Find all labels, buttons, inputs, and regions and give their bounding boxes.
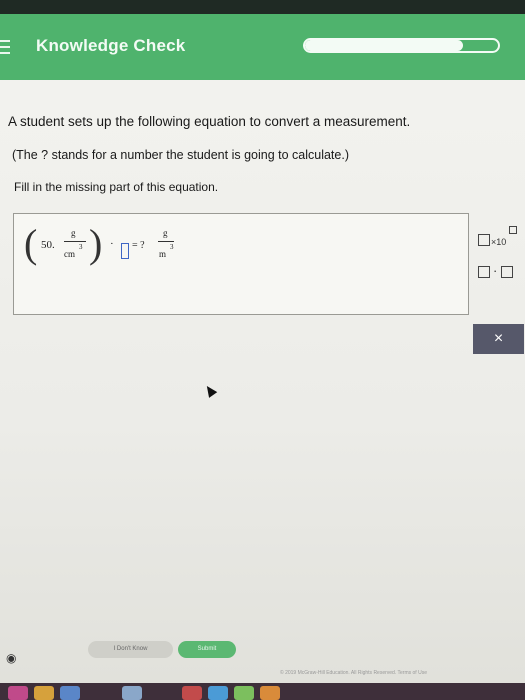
result-denominator: m (159, 249, 167, 259)
result-numerator: g (163, 228, 168, 238)
question-text: A student sets up the following equation… (8, 114, 411, 129)
numerator-unit: g (71, 228, 76, 238)
exponent-box-icon (509, 226, 517, 234)
app-icon[interactable] (260, 686, 280, 700)
header-bar: Knowledge Check (0, 14, 525, 80)
app-icon[interactable] (234, 686, 254, 700)
mouse-cursor-icon (202, 383, 218, 398)
question-note: (The ? stands for a number the student i… (12, 148, 349, 162)
submit-button[interactable]: Submit (178, 641, 236, 658)
x10-label: ×10 (491, 237, 507, 247)
app-icon[interactable] (34, 686, 54, 700)
help-icon[interactable]: ◉ (6, 651, 16, 665)
dot-label: · (493, 263, 498, 278)
coefficient: 50. (41, 239, 55, 251)
app-icon[interactable] (182, 686, 202, 700)
dot-operator: · (110, 238, 114, 250)
question-instruction: Fill in the missing part of this equatio… (14, 180, 219, 194)
fraction-bar (64, 241, 86, 242)
copyright-text: © 2019 McGraw-Hill Education. All Rights… (280, 670, 427, 676)
denominator-exponent: 3 (79, 243, 83, 251)
app-icon[interactable] (208, 686, 228, 700)
answer-box[interactable]: ( 50. g 3 cm ) · = ? g 3 m (13, 213, 469, 315)
left-paren: ( (24, 221, 38, 266)
top-bar (0, 0, 525, 14)
box-icon (501, 266, 513, 278)
box-icon (478, 266, 490, 278)
app-icon[interactable] (60, 686, 80, 700)
app-icon[interactable] (122, 686, 142, 700)
equals-unknown: = ? (132, 240, 145, 251)
page-title: Knowledge Check (36, 36, 186, 55)
result-exponent: 3 (170, 243, 174, 251)
right-paren: ) (89, 221, 103, 266)
answer-slot[interactable] (121, 243, 129, 259)
result-fraction-bar (158, 241, 174, 242)
taskbar (0, 683, 525, 700)
multiply-dot-button[interactable]: · (474, 262, 520, 284)
scientific-notation-button[interactable]: ×10 (476, 224, 517, 252)
progress-bar (303, 38, 500, 53)
math-toolbar: ×10 · × (472, 216, 525, 356)
equation: ( 50. g 3 cm ) · = ? g 3 m (24, 222, 204, 272)
denominator-unit: cm (64, 249, 75, 259)
app-icon[interactable] (8, 686, 28, 700)
progress-fill (305, 40, 464, 51)
dont-know-button[interactable]: I Don't Know (88, 641, 173, 658)
app-screen: Knowledge Check A student sets up the fo… (0, 0, 525, 700)
box-icon (478, 234, 490, 246)
menu-icon[interactable] (0, 40, 10, 54)
clear-button[interactable]: × (473, 324, 524, 354)
